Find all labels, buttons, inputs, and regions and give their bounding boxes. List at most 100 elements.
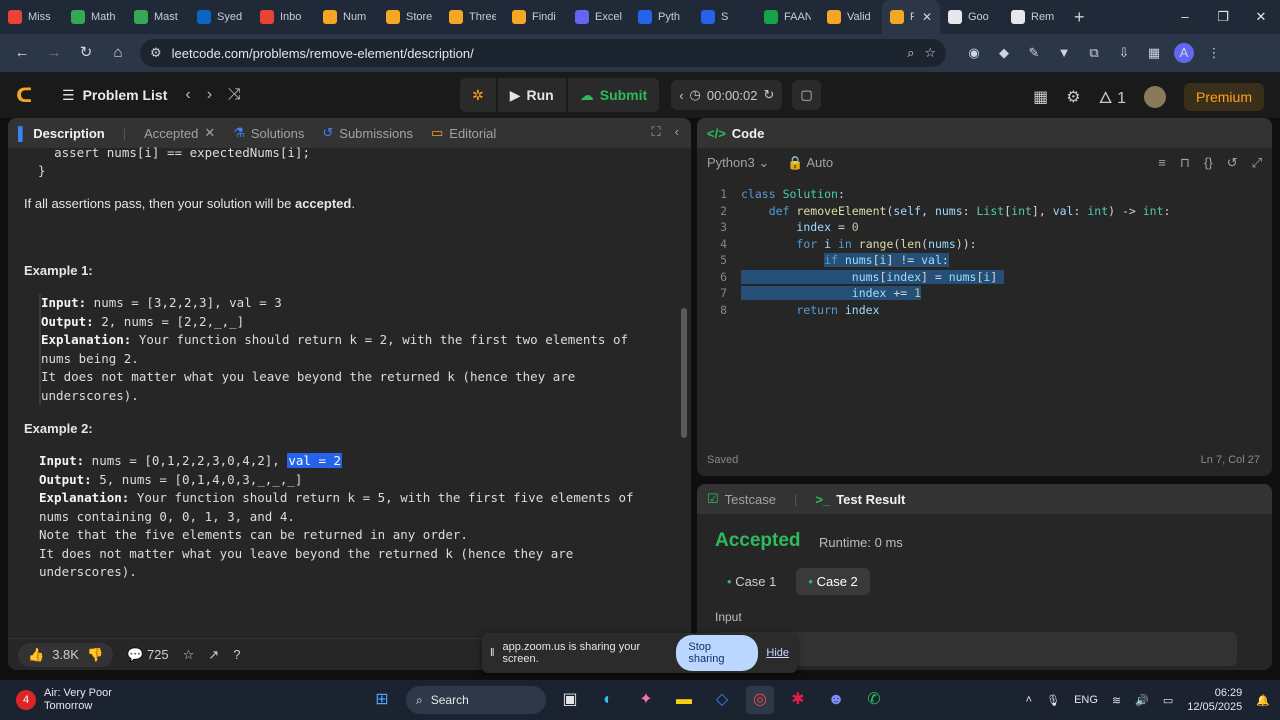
tab-accepted[interactable]: Accepted ✕ — [144, 125, 215, 141]
wifi-icon[interactable]: ≋ — [1112, 694, 1121, 707]
file-explorer-icon[interactable]: ▬ — [670, 686, 698, 714]
tab-editorial[interactable]: ▭ Editorial — [431, 125, 496, 141]
tab-description[interactable]: ▌ Description — [18, 126, 105, 141]
extension-icon[interactable]: ▼ — [1054, 43, 1074, 63]
tab-submissions[interactable]: ↺ Submissions — [322, 125, 413, 141]
leetcode-logo[interactable]: ᑕ — [16, 83, 44, 108]
problem-list-link[interactable]: ☰ Problem List — [62, 87, 167, 104]
case-2-tab[interactable]: • Case 2 — [796, 568, 870, 595]
browser-tab[interactable]: Mast — [126, 0, 189, 34]
menu-kebab-icon[interactable]: ⋮ — [1204, 43, 1224, 63]
extensions-puzzle-icon[interactable]: ⧉ — [1084, 43, 1104, 63]
downloads-icon[interactable]: ⇩ — [1114, 43, 1134, 63]
copilot-icon[interactable]: ✦ — [632, 686, 660, 714]
tab-testcase[interactable]: ☑ Testcase — [707, 491, 776, 507]
browser-tab[interactable]: Syed — [189, 0, 252, 34]
browser-tab[interactable]: FAAN — [756, 0, 819, 34]
tray-chevron-icon[interactable]: ˄ — [1026, 694, 1032, 706]
reset-code-icon[interactable]: ↺ — [1227, 155, 1238, 171]
hide-link[interactable]: Hide — [766, 647, 789, 659]
maximize-icon[interactable]: ⛶ — [652, 124, 661, 140]
language-select[interactable]: Python3 ⌄ — [707, 155, 769, 171]
layout-icon[interactable]: ▦ — [1033, 87, 1048, 107]
close-tab-icon[interactable]: ✕ — [922, 10, 932, 24]
timer[interactable]: ‹ ◷ 00:00:02 ↻ — [671, 80, 783, 110]
browser-tab[interactable]: Valid — [819, 0, 882, 34]
code-editor[interactable]: 1 class Solution: 2 def removeElement(sel… — [697, 186, 1272, 318]
browser-tab[interactable]: Pyth — [630, 0, 693, 34]
browser-tab[interactable]: Inbo — [252, 0, 315, 34]
premium-button[interactable]: Premium — [1183, 82, 1264, 111]
bookmark-star-icon[interactable]: ☆ — [924, 45, 936, 61]
favorite-star-icon[interactable]: ☆ — [183, 647, 195, 663]
share-icon[interactable]: ↗ — [208, 647, 219, 663]
microphone-icon[interactable]: 🎙 — [1046, 694, 1060, 707]
restore-icon[interactable]: ❐ — [1204, 0, 1242, 34]
run-button[interactable]: ▶ Run — [497, 78, 566, 112]
new-tab-icon[interactable]: + — [1066, 7, 1093, 28]
browser-tab[interactable]: Math — [63, 0, 126, 34]
taskbar-search[interactable]: ⌕ Search — [406, 686, 546, 714]
extension-icon[interactable]: ◆ — [994, 43, 1014, 63]
discord-icon[interactable]: ☻ — [822, 686, 850, 714]
slack-icon[interactable]: ✱ — [784, 686, 812, 714]
browser-tab[interactable]: Goo — [940, 0, 1003, 34]
format-icon[interactable]: ≡ — [1158, 155, 1166, 171]
address-bar[interactable]: ⚙ leetcode.com/problems/remove-element/d… — [140, 39, 946, 67]
back-icon[interactable]: ← — [8, 39, 36, 67]
battery-icon[interactable]: ▭ — [1163, 694, 1173, 707]
settings-gear-icon[interactable]: ⚙ — [1066, 87, 1080, 107]
autocomplete-toggle[interactable]: 🔒 Auto — [787, 155, 833, 171]
profile-avatar[interactable]: A — [1174, 43, 1194, 63]
fullscreen-icon[interactable]: ⤢ — [1252, 155, 1262, 171]
browser-tab[interactable]: Num — [315, 0, 378, 34]
home-icon[interactable]: ⌂ — [104, 39, 132, 67]
thumbs-down-icon[interactable]: 👎 — [87, 647, 103, 663]
windows-start-icon[interactable]: ⊞ — [368, 686, 396, 714]
thumbs-up-icon[interactable]: 👍 — [28, 647, 44, 663]
browser-tab[interactable]: Excel — [567, 0, 630, 34]
comments-button[interactable]: 💬 725 — [127, 647, 169, 663]
user-avatar[interactable] — [1143, 85, 1166, 108]
description-scrollbar[interactable] — [681, 308, 687, 438]
bookmark-icon[interactable]: ⊓ — [1180, 155, 1190, 171]
site-info-icon[interactable]: ⚙ — [150, 45, 162, 61]
browser-tab[interactable]: Three — [441, 0, 504, 34]
close-icon[interactable]: ✕ — [204, 125, 215, 141]
tab-solutions[interactable]: ⚗ Solutions — [233, 125, 304, 141]
clock[interactable]: 06:29 12/05/2025 — [1187, 686, 1242, 714]
next-problem-icon[interactable]: › — [207, 86, 212, 104]
task-view-icon[interactable]: ▣ — [556, 686, 584, 714]
reload-icon[interactable]: ↻ — [72, 39, 100, 67]
browser-tab[interactable]: Store — [378, 0, 441, 34]
close-window-icon[interactable]: ✕ — [1242, 0, 1280, 34]
collapse-left-icon[interactable]: ‹ — [675, 124, 679, 140]
stop-sharing-button[interactable]: Stop sharing — [676, 635, 759, 671]
minimize-icon[interactable]: – — [1166, 0, 1204, 34]
tab-test-result[interactable]: >_ Test Result — [815, 492, 905, 507]
screenshot-icon[interactable]: ◉ — [964, 43, 984, 63]
shuffle-icon[interactable]: ⤨ — [228, 86, 241, 104]
help-icon[interactable]: ? — [233, 647, 240, 662]
notifications-icon[interactable]: 🔔 — [1256, 694, 1270, 707]
streak-fire-icon[interactable]: 🜂 1 — [1099, 80, 1126, 113]
chrome-icon[interactable]: ◎ — [746, 686, 774, 714]
zoom-icon[interactable]: ⌕ — [907, 45, 914, 61]
browser-tab[interactable]: Miss — [0, 0, 63, 34]
volume-icon[interactable]: 🔊 — [1135, 694, 1149, 707]
prev-problem-icon[interactable]: ‹ — [185, 86, 190, 104]
tab-code[interactable]: </> Code — [707, 126, 764, 141]
language-indicator[interactable]: ENG — [1074, 694, 1098, 706]
browser-tab[interactable]: Rem — [1003, 0, 1066, 34]
whatsapp-icon[interactable]: ✆ — [860, 686, 888, 714]
forward-icon[interactable]: → — [40, 39, 68, 67]
extension-icon[interactable]: ✎ — [1024, 43, 1044, 63]
debug-icon[interactable]: ✲ — [460, 78, 496, 112]
submit-button[interactable]: ☁ Submit — [567, 78, 660, 112]
tab-groups-icon[interactable]: ▦ — [1144, 43, 1164, 63]
case-1-tab[interactable]: • Case 1 — [715, 568, 788, 595]
weather-widget[interactable]: 4 Air: Very Poor Tomorrow — [16, 687, 112, 713]
edge-icon[interactable]: ◐ — [594, 686, 622, 714]
braces-icon[interactable]: {} — [1204, 155, 1213, 171]
browser-tab[interactable]: S — [693, 0, 756, 34]
